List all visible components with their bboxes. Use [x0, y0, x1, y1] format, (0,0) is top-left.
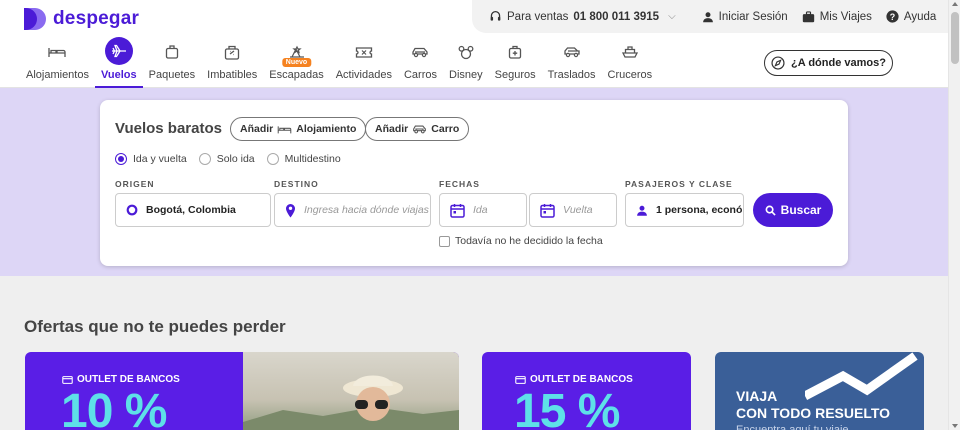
nav-item-cruceros[interactable]: Cruceros	[602, 40, 659, 88]
sales-phone[interactable]: Para ventas 01 800 011 3915 ⌵	[489, 10, 676, 23]
header: despegar Para ventas 01 800 011 3915 ⌵ I…	[0, 0, 948, 88]
my-trips-link[interactable]: Mis Viajes	[802, 11, 872, 23]
nav-item-alojamientos[interactable]: Alojamientos	[20, 40, 95, 88]
scroll-thumb[interactable]	[951, 12, 959, 64]
promo-photo	[243, 352, 459, 430]
search-icon	[765, 205, 776, 216]
sales-phone-number: 01 800 011 3915	[573, 10, 660, 23]
return-date-field[interactable]: Vuelta	[529, 193, 617, 227]
svg-text:?: ?	[890, 12, 895, 22]
trip-type-radios: Ida y vuelta Solo ida Multidestino	[115, 153, 341, 165]
nav-item-escapadas[interactable]: Nuevo Escapadas	[263, 40, 329, 88]
outlet-tag: OUTLET DE BANCOS	[62, 374, 180, 385]
nav-item-vuelos[interactable]: Vuelos	[94, 37, 143, 88]
new-badge: Nuevo	[281, 58, 312, 67]
passengers-field[interactable]: 1 persona, económica	[625, 193, 744, 227]
radio-one-way[interactable]: Solo ida	[198, 153, 255, 165]
nav-item-seguros[interactable]: Seguros	[489, 40, 542, 88]
destination-placeholder: Ingresa hacia dónde viajas	[304, 204, 429, 216]
calendar-icon	[540, 203, 555, 218]
nav-item-imbatibles[interactable]: Imbatibles	[201, 40, 263, 88]
destination-field[interactable]: Ingresa hacia dónde viajas	[274, 193, 431, 227]
despegar-logo[interactable]: despegar	[24, 8, 139, 30]
product-nav: Alojamientos Vuelos Paquetes Imbatibles …	[20, 37, 659, 88]
nav-item-actividades[interactable]: Actividades	[330, 40, 398, 88]
ticket-icon	[350, 40, 378, 64]
chevron-down-icon: ⌵	[668, 11, 676, 22]
help-link[interactable]: ? Ayuda	[886, 10, 936, 23]
compass-icon	[771, 56, 785, 70]
origin-value: Bogotá, Colombia	[146, 204, 236, 216]
deal-icon	[218, 40, 246, 64]
help-label: Ayuda	[903, 10, 937, 23]
calendar-icon	[450, 203, 465, 218]
origin-circle-icon	[126, 204, 138, 216]
promo-heading: VIAJA CON TODO RESUELTO Encuentra aquí t…	[736, 388, 891, 430]
login-link[interactable]: Iniciar Sesión	[702, 11, 788, 23]
depart-date-field[interactable]: Ida	[439, 193, 527, 227]
scroll-down-icon[interactable]	[952, 424, 958, 428]
passengers-label: PASAJEROS Y CLASE	[625, 179, 733, 189]
undecided-label: Todavía no he decidido la fecha	[455, 235, 603, 247]
nav-item-traslados[interactable]: Traslados	[542, 40, 602, 88]
car-icon	[406, 40, 434, 64]
plane-icon	[104, 37, 133, 65]
add-car-chip[interactable]: Añadir Carro	[365, 117, 470, 141]
radio-round-trip[interactable]: Ida y vuelta	[115, 153, 187, 165]
flight-search-card: Vuelos baratos Añadir Alojamiento Añadir…	[100, 100, 848, 266]
transfer-icon	[558, 40, 586, 64]
where-to-go-button[interactable]: ¿A dónde vamos?	[764, 50, 893, 76]
my-trips-label: Mis Viajes	[819, 10, 872, 23]
where-to-go-label: ¿A dónde vamos?	[791, 57, 886, 69]
sales-label: Para ventas	[507, 10, 569, 23]
insurance-icon	[501, 40, 529, 64]
help-icon: ?	[886, 10, 899, 23]
offer-card-bank-outlet-15[interactable]: OUTLET DE BANCOS 15 %	[482, 352, 691, 430]
login-label: Iniciar Sesión	[718, 10, 788, 23]
dates-label: FECHAS	[439, 179, 480, 189]
logo-mark-icon	[24, 8, 46, 30]
card-icon	[62, 375, 73, 384]
headset-icon	[490, 10, 501, 21]
car-icon	[413, 125, 427, 134]
origin-field[interactable]: Bogotá, Colombia	[115, 193, 271, 227]
user-icon	[702, 11, 713, 22]
origin-label: ORIGEN	[115, 179, 155, 189]
person-icon	[636, 204, 648, 217]
top-bar: Para ventas 01 800 011 3915 ⌵ Iniciar Se…	[472, 0, 948, 33]
bed-icon	[277, 125, 292, 133]
page-scrollbar[interactable]	[948, 0, 960, 430]
location-pin-icon	[285, 203, 296, 218]
nav-item-carros[interactable]: Carros	[398, 40, 443, 88]
search-button-label: Buscar	[780, 203, 822, 217]
offer-card-travel-resolved[interactable]: VIAJA CON TODO RESUELTO Encuentra aquí t…	[715, 352, 924, 430]
return-placeholder: Vuelta	[563, 204, 593, 216]
search-title: Vuelos baratos	[115, 120, 222, 137]
offers-title: Ofertas que no te puedes perder	[24, 317, 286, 336]
checkbox-box	[439, 235, 450, 247]
card-icon	[515, 375, 526, 384]
destination-label: DESTINO	[274, 179, 319, 189]
outlet-tag: OUTLET DE BANCOS	[515, 374, 633, 385]
nav-item-disney[interactable]: Disney	[443, 40, 489, 88]
add-accommodation-chip[interactable]: Añadir Alojamiento	[230, 117, 367, 141]
nav-item-paquetes[interactable]: Paquetes	[143, 40, 201, 88]
disney-icon	[452, 40, 480, 64]
discount-value: 10 %	[61, 385, 167, 430]
ship-icon	[616, 40, 644, 64]
logo-text: despegar	[53, 8, 140, 29]
search-button[interactable]: Buscar	[753, 193, 833, 227]
scroll-up-icon[interactable]	[952, 2, 958, 6]
radio-multi-destination[interactable]: Multidestino	[266, 153, 341, 165]
offer-card-bank-outlet-10[interactable]: OUTLET DE BANCOS 10 %	[25, 352, 459, 430]
discount-value: 15 %	[514, 385, 620, 430]
passengers-value: 1 persona, económica	[656, 204, 743, 216]
depart-placeholder: Ida	[473, 204, 488, 216]
suitcase-icon	[158, 40, 186, 64]
bed-icon	[43, 40, 71, 64]
undecided-date-checkbox[interactable]: Todavía no he decidido la fecha	[439, 235, 603, 247]
briefcase-icon	[802, 10, 814, 22]
